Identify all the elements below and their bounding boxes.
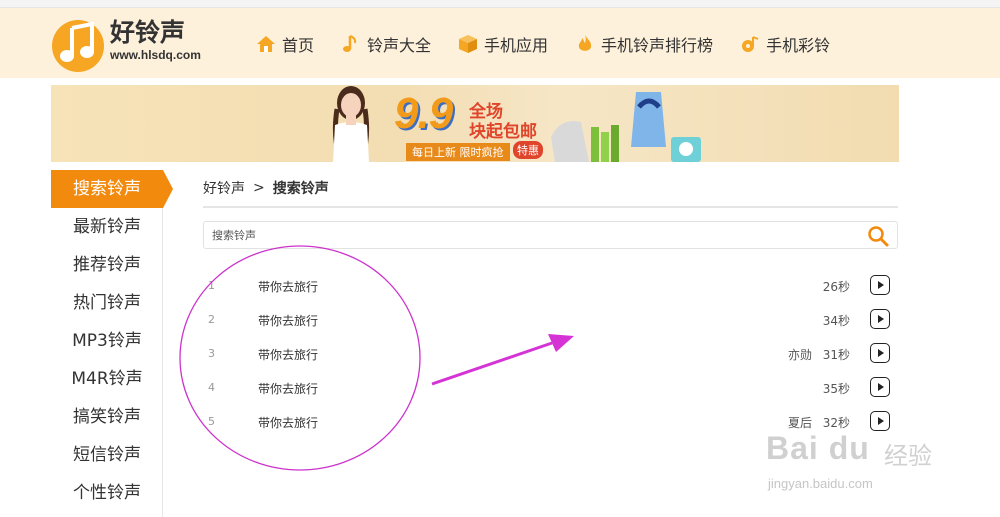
- play-icon[interactable]: [870, 411, 890, 431]
- row-duration: 32秒: [822, 416, 850, 430]
- nav-label: 手机彩铃: [766, 36, 831, 55]
- list-item: 1 带你去旅行 26秒: [203, 270, 898, 304]
- sidebar-item-label: 搜索铃声: [73, 179, 141, 199]
- row-number: 1: [208, 279, 215, 292]
- sidebar-item-label: 短信铃声: [73, 445, 141, 465]
- banner-subtext: 每日上新 限时疯抢: [406, 143, 510, 161]
- main-nav: 首页 铃声大全 手机应用 手机铃声排行榜 手机彩铃: [255, 30, 856, 58]
- products-image: [551, 92, 701, 162]
- box-icon: [457, 33, 479, 55]
- model-image: [332, 86, 370, 162]
- sidebar-item-recommended[interactable]: 推荐铃声: [51, 246, 163, 284]
- breadcrumb-home[interactable]: 好铃声: [203, 178, 245, 198]
- sidebar-item-label: M4R铃声: [71, 369, 143, 389]
- search-icon[interactable]: [867, 225, 889, 247]
- list-item: 4 带你去旅行 35秒: [203, 372, 898, 406]
- nav-label: 首页: [282, 36, 315, 55]
- sidebar-item-personal[interactable]: 个性铃声: [51, 474, 163, 512]
- sidebar-item-label: 个性铃声: [73, 483, 141, 503]
- nav-item-crbt[interactable]: 手机彩铃: [739, 30, 830, 58]
- nav-label: 手机应用: [484, 36, 549, 55]
- music-note-logo-icon: [60, 22, 94, 62]
- ringtone-title-link[interactable]: 带你去旅行: [258, 380, 318, 397]
- banner-tag: 特惠: [513, 141, 543, 159]
- list-item: 3 带你去旅行 亦勋 31秒: [203, 338, 898, 372]
- list-item: 2 带你去旅行 34秒: [203, 304, 898, 338]
- sidebar-item-search[interactable]: 搜索铃声: [51, 170, 173, 208]
- play-icon[interactable]: [870, 377, 890, 397]
- site-logo[interactable]: 好铃声 www.hlsdq.com: [52, 16, 202, 72]
- ringtone-title-link[interactable]: 带你去旅行: [258, 414, 318, 431]
- sidebar-item-sms[interactable]: 短信铃声: [51, 436, 163, 474]
- row-duration: 26秒: [822, 280, 850, 294]
- ringtone-title-link[interactable]: 带你去旅行: [258, 312, 318, 329]
- browser-top-strip: [0, 0, 1000, 8]
- row-duration: 35秒: [822, 382, 850, 396]
- sidebar-item-label: 热门铃声: [73, 293, 141, 313]
- row-duration: 34秒: [822, 314, 850, 328]
- breadcrumb: 好铃声 > 搜索铃声: [203, 178, 329, 198]
- row-number: 3: [208, 347, 215, 360]
- banner-line-2: 块起包邮: [469, 122, 537, 142]
- play-icon[interactable]: [870, 343, 890, 363]
- flame-icon: [574, 33, 596, 55]
- banner-big-text: 9.9: [394, 89, 453, 138]
- sidebar-item-mp3[interactable]: MP3铃声: [51, 322, 163, 360]
- nav-item-ringtones[interactable]: 铃声大全: [340, 30, 431, 58]
- breadcrumb-divider: [203, 206, 898, 208]
- play-icon[interactable]: [870, 309, 890, 329]
- row-number: 4: [208, 381, 215, 394]
- sidebar-item-hot[interactable]: 热门铃声: [51, 284, 163, 322]
- music-note-icon: [340, 33, 362, 55]
- site-name: 好铃声: [110, 18, 186, 47]
- breadcrumb-current: 搜索铃声: [272, 181, 329, 197]
- breadcrumb-separator: >: [253, 180, 265, 196]
- ringtone-title-link[interactable]: 带你去旅行: [258, 278, 318, 295]
- sidebar-item-label: 最新铃声: [73, 217, 141, 237]
- watermark-cn: 经验: [884, 442, 932, 470]
- row-duration: 31秒: [822, 348, 850, 362]
- row-singer: 夏后: [787, 416, 812, 430]
- nav-label: 手机铃声排行榜: [601, 36, 714, 55]
- sidebar-item-label: 推荐铃声: [73, 255, 141, 275]
- sidebar: 搜索铃声 最新铃声 推荐铃声 热门铃声 MP3铃声 M4R铃声 搞笑铃声 短信铃…: [51, 170, 173, 517]
- baidu-watermark: Bai du 经验 jingyan.baidu.com: [766, 430, 996, 500]
- search-box: [203, 221, 898, 249]
- sidebar-item-funny[interactable]: 搞笑铃声: [51, 398, 163, 436]
- row-singer: 亦勋: [787, 348, 812, 362]
- sidebar-item-m4r[interactable]: M4R铃声: [51, 360, 163, 398]
- sidebar-item-label: MP3铃声: [72, 331, 142, 351]
- site-header: 好铃声 www.hlsdq.com 首页 铃声大全 手机应用 手机铃声排行榜 手…: [0, 8, 1000, 78]
- list-item: 5 带你去旅行 夏后 32秒: [203, 406, 898, 440]
- ringtone-title-link[interactable]: 带你去旅行: [258, 346, 318, 363]
- home-icon: [255, 33, 277, 55]
- promo-banner[interactable]: 9.9 全场 块起包邮 每日上新 限时疯抢 特惠: [51, 85, 899, 162]
- row-number: 5: [208, 415, 215, 428]
- nav-item-apps[interactable]: 手机应用: [457, 30, 548, 58]
- play-icon[interactable]: [870, 275, 890, 295]
- music-disc-icon: [739, 33, 761, 55]
- nav-item-ranking[interactable]: 手机铃声排行榜: [574, 30, 713, 58]
- sidebar-item-label: 搞笑铃声: [73, 407, 141, 427]
- site-url: www.hlsdq.com: [110, 48, 201, 62]
- watermark-url: jingyan.baidu.com: [768, 476, 873, 491]
- active-arrow: [163, 170, 173, 208]
- search-input[interactable]: [212, 226, 852, 244]
- sidebar-item-latest[interactable]: 最新铃声: [51, 208, 163, 246]
- nav-label: 铃声大全: [367, 36, 432, 55]
- row-number: 2: [208, 313, 215, 326]
- nav-item-home[interactable]: 首页: [255, 30, 314, 58]
